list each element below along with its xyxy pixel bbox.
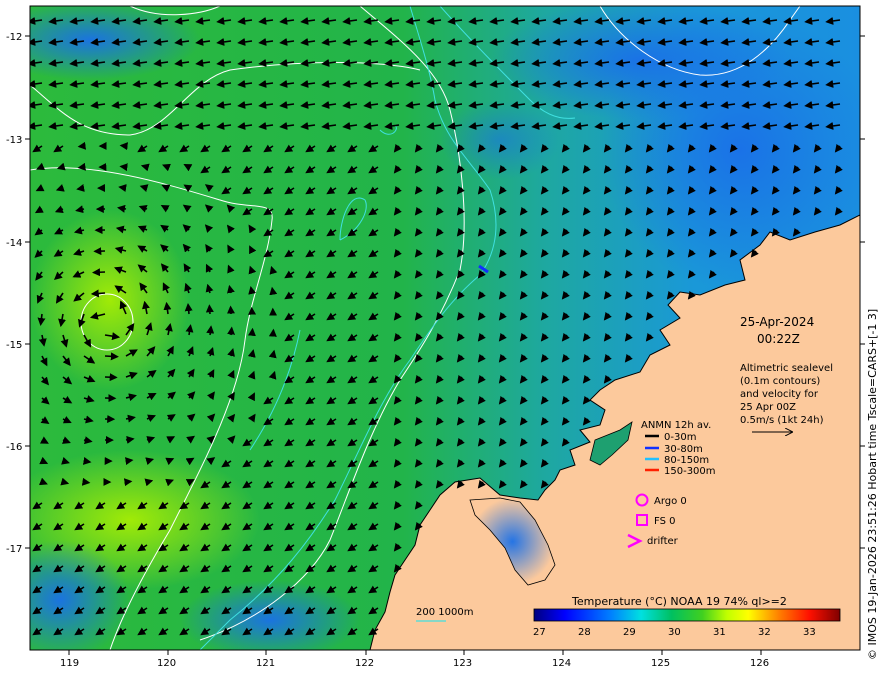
lon-label: 123 (453, 658, 472, 669)
lat-label: -12 (6, 32, 22, 43)
isobath-label: 200 1000m (416, 607, 473, 618)
map-date: 25-Apr-2024 (740, 315, 814, 329)
colorbar-tick: 27 (533, 627, 546, 638)
lat-label: -16 (6, 442, 22, 453)
lon-label: 121 (256, 658, 275, 669)
cool-patch (440, 100, 560, 180)
legend-item: 30-80m (664, 444, 703, 455)
warm-patch (30, 210, 190, 390)
lat-label: -15 (6, 340, 22, 351)
cool-patch (490, 6, 790, 120)
description-line: Altimetric sealevel (740, 363, 833, 374)
lon-axis: 119 120 121 122 123 124 125 126 (60, 650, 769, 669)
map-figure: -12 -13 -14 -15 -16 -17 119 120 121 122 … (6, 5, 865, 669)
velocity-arrow (268, 349, 277, 359)
velocity-arrow (90, 289, 106, 298)
drifter-label: drifter (647, 536, 679, 547)
velocity-arrow (123, 478, 133, 487)
colorbar-tick: 30 (668, 627, 681, 638)
lon-label: 124 (552, 658, 571, 669)
velocity-arrow (119, 163, 128, 172)
description-line: and velocity for (740, 389, 819, 400)
colorbar-title: Temperature (°C) NOAA 19 74% ql>=2 (571, 595, 787, 608)
colorbar (533, 608, 841, 622)
description-line: 25 Apr 00Z (740, 402, 796, 413)
lat-label: -14 (6, 238, 22, 249)
map-time: 00:22Z (757, 332, 800, 346)
colorbar-tick: 33 (803, 627, 816, 638)
velocity-arrow (184, 303, 193, 315)
argo-label: Argo 0 (654, 496, 687, 507)
velocity-arrow (118, 184, 127, 192)
colorbar-tick: 29 (623, 627, 636, 638)
velocity-arrow (227, 326, 236, 336)
cool-patch (180, 580, 360, 650)
colorbar-tick: 32 (758, 627, 771, 638)
fs-label: FS 0 (654, 516, 675, 527)
velocity-arrow (82, 456, 92, 465)
velocity-arrow (119, 142, 128, 151)
lon-label: 120 (157, 658, 176, 669)
velocity-arrow (104, 352, 119, 361)
lon-label: 122 (355, 658, 374, 669)
description-line: 0.5m/s (1kt 24h) (740, 415, 824, 426)
velocity-arrow (77, 141, 87, 150)
velocity-arrow (205, 304, 214, 315)
velocity-arrow (247, 327, 256, 337)
velocity-arrow (77, 162, 87, 171)
lon-label: 125 (651, 658, 670, 669)
credit-line: © IMOS 19-Jan-2026 23:51:26 Hobart time … (866, 308, 879, 660)
colorbar-tick: 28 (578, 627, 591, 638)
velocity-arrow (125, 435, 135, 444)
velocity-arrow (125, 457, 134, 466)
legend-item: 150-300m (664, 466, 716, 477)
lat-label: -13 (6, 135, 22, 146)
legend-item: 0-30m (664, 432, 696, 443)
velocity-arrow (76, 184, 85, 192)
lon-label: 126 (750, 658, 769, 669)
description-line: (0.1m contours) (740, 376, 820, 387)
lon-label: 119 (60, 658, 79, 669)
velocity-arrow (269, 286, 278, 296)
colorbar-tick: 31 (713, 627, 726, 638)
velocity-arrow (92, 268, 106, 277)
lat-label: -17 (6, 544, 22, 555)
velocity-arrow (81, 477, 91, 486)
legend-title: ANMN 12h av. (641, 420, 711, 431)
legend-item: 80-150m (664, 455, 709, 466)
velocity-arrow (248, 286, 257, 295)
velocity-arrow (206, 325, 215, 336)
